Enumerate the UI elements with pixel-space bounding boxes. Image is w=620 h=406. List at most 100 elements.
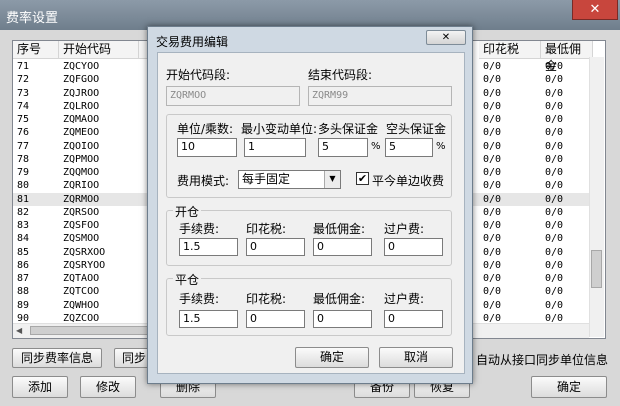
cell-stamp: 0/0 (483, 87, 502, 99)
cell-stamp: 0/0 (483, 74, 502, 86)
list-vertical-scrollbar[interactable] (589, 57, 604, 337)
cell-stamp: 0/0 (483, 167, 502, 178)
open-fee-field[interactable]: 1.5 (179, 238, 238, 256)
modify-button[interactable]: 修改 (80, 376, 136, 398)
column-header-stamp-tax[interactable]: 印花税 (479, 41, 541, 59)
scroll-left-icon[interactable]: ◀ (16, 326, 22, 335)
cell-no: 87 (17, 273, 30, 284)
cell-stamp: 0/0 (483, 206, 502, 218)
list-horizontal-scroll-thumb[interactable] (30, 326, 150, 335)
cell-min: 0/0 (545, 61, 564, 72)
start-code-field[interactable]: ZQRMOO (166, 86, 300, 106)
cell-min: 0/0 (545, 246, 564, 258)
tick-field[interactable]: 1 (244, 138, 306, 157)
unit-field[interactable]: 10 (177, 138, 237, 157)
close-transfer-field[interactable]: 0 (384, 310, 443, 328)
sync-rate-info-button[interactable]: 同步费率信息 (12, 348, 102, 368)
cell-code: ZQPMOO (63, 153, 100, 165)
cell-stamp: 0/0 (483, 233, 502, 245)
list-vertical-scroll-thumb[interactable] (591, 250, 602, 288)
cell-no: 84 (17, 233, 30, 245)
tick-label: 最小变动单位: (241, 122, 318, 136)
close-min-label: 最低佣金: (313, 292, 366, 306)
auto-sync-label[interactable]: 自动从接口同步单位信息 (476, 351, 608, 368)
cell-stamp: 0/0 (483, 286, 502, 298)
cell-stamp: 0/0 (483, 259, 502, 271)
cell-stamp: 0/0 (483, 140, 502, 152)
cell-min: 0/0 (545, 153, 564, 165)
dialog-title: 交易费用编辑 (156, 35, 229, 49)
cell-code: ZQRMOO (63, 193, 100, 205)
cell-code: ZQTAOO (63, 273, 100, 284)
cell-no: 85 (17, 246, 30, 258)
cell-stamp: 0/0 (483, 246, 502, 258)
cell-no: 77 (17, 140, 30, 152)
cell-min: 0/0 (545, 87, 564, 99)
cell-stamp: 0/0 (483, 114, 502, 125)
cell-min: 0/0 (545, 233, 564, 245)
cell-code: ZQWHOO (63, 299, 100, 311)
dialog-cancel-button[interactable]: 取消 (379, 347, 453, 368)
cell-min: 0/0 (545, 273, 564, 284)
cell-code: ZQRSOO (63, 206, 100, 218)
cell-no: 86 (17, 259, 30, 271)
cell-code: ZQCYOO (63, 61, 100, 72)
column-header-min-commission[interactable]: 最低佣金 (541, 41, 593, 73)
cell-min: 0/0 (545, 167, 564, 178)
short-margin-label: 空头保证金 (386, 122, 447, 136)
cell-stamp: 0/0 (483, 61, 502, 72)
cell-no: 73 (17, 87, 30, 99)
cell-code: ZQSRYOO (63, 259, 106, 271)
cell-no: 76 (17, 127, 30, 139)
long-margin-field[interactable]: 5 (318, 138, 368, 157)
cell-code: ZQMAOO (63, 114, 100, 125)
cell-stamp: 0/0 (483, 220, 502, 231)
open-stamp-label: 印花税: (246, 222, 287, 236)
cell-stamp: 0/0 (483, 153, 502, 165)
window-title: 费率设置 (6, 11, 59, 26)
close-today-label[interactable]: 平今单边收费 (372, 172, 444, 189)
cell-no: 89 (17, 299, 30, 311)
end-code-field[interactable]: ZQRM99 (308, 86, 452, 106)
cell-code: ZQSRXOO (63, 246, 106, 258)
dialog-ok-button[interactable]: 确定 (295, 347, 369, 368)
cell-code: ZQSFOO (63, 220, 100, 231)
close-fee-field[interactable]: 1.5 (179, 310, 238, 328)
cell-code: ZQSMOO (63, 233, 100, 245)
fee-mode-select[interactable]: 每手固定 ▼ (238, 170, 341, 189)
cell-no: 75 (17, 114, 30, 125)
cell-code: ZQLROO (63, 100, 100, 112)
cell-min: 0/0 (545, 114, 564, 125)
open-min-label: 最低佣金: (313, 222, 366, 236)
cell-stamp: 0/0 (483, 127, 502, 139)
open-stamp-field[interactable]: 0 (246, 238, 305, 256)
cell-code: ZQQMOO (63, 167, 100, 178)
close-stamp-field[interactable]: 0 (246, 310, 305, 328)
close-min-field[interactable]: 0 (313, 310, 372, 328)
short-margin-field[interactable]: 5 (385, 138, 433, 157)
cell-no: 88 (17, 286, 30, 298)
add-button[interactable]: 添加 (12, 376, 68, 398)
close-today-checkbox[interactable]: ✔ (356, 172, 369, 185)
open-min-field[interactable]: 0 (313, 238, 372, 256)
open-fee-label: 手续费: (179, 222, 220, 236)
cell-min: 0/0 (545, 206, 564, 218)
dialog-close-button[interactable]: ✕ (426, 30, 466, 45)
ok-button[interactable]: 确定 (531, 376, 607, 398)
cell-min: 0/0 (545, 100, 564, 112)
column-header-start-code[interactable]: 开始代码 (59, 41, 139, 59)
cell-code: ZQJROO (63, 87, 100, 99)
cell-no: 72 (17, 74, 30, 86)
cell-min: 0/0 (545, 127, 564, 139)
window-close-button[interactable]: ✕ (572, 0, 618, 20)
cell-code: ZQTCOO (63, 286, 100, 298)
long-margin-label: 多头保证金 (318, 122, 379, 136)
long-margin-percent: % (371, 141, 381, 152)
cell-no: 71 (17, 61, 30, 72)
fee-mode-value: 每手固定 (242, 172, 291, 186)
cell-stamp: 0/0 (483, 299, 502, 311)
column-header-no[interactable]: 序号 (13, 41, 59, 59)
chevron-down-icon[interactable]: ▼ (324, 171, 340, 188)
start-code-label: 开始代码段: (166, 68, 231, 82)
open-transfer-field[interactable]: 0 (384, 238, 443, 256)
